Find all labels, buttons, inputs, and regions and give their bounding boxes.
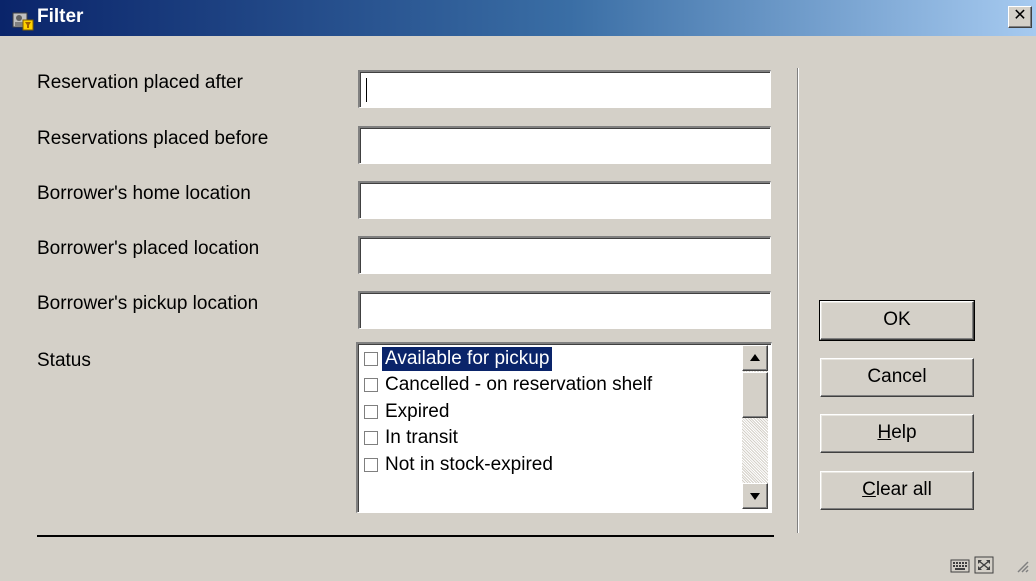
status-option-label: Available for pickup bbox=[382, 347, 553, 371]
label-status: Status bbox=[37, 350, 91, 371]
status-option-label: In transit bbox=[385, 427, 458, 448]
reservation-placed-after-input[interactable] bbox=[358, 70, 771, 108]
clear-all-label: lear all bbox=[875, 479, 932, 500]
label-placed-location: Borrower's placed location bbox=[37, 238, 260, 259]
status-option-cancelled[interactable]: Cancelled - on reservation shelf bbox=[364, 373, 744, 397]
keyboard-icon[interactable] bbox=[950, 556, 970, 574]
checkbox[interactable] bbox=[364, 458, 378, 472]
label-reservation-placed-after: Reservation placed after bbox=[37, 72, 243, 93]
help-button[interactable]: Help bbox=[820, 414, 974, 453]
status-option-expired[interactable]: Expired bbox=[364, 400, 744, 424]
checkbox[interactable] bbox=[364, 352, 378, 366]
scrollbar-thumb[interactable] bbox=[742, 372, 768, 418]
status-option-label: Cancelled - on reservation shelf bbox=[385, 374, 653, 395]
clear-all-accelerator: C bbox=[862, 479, 876, 500]
text-caret bbox=[366, 78, 367, 102]
cancel-button[interactable]: Cancel bbox=[820, 358, 974, 397]
close-button[interactable]: ✕ bbox=[1008, 6, 1032, 28]
close-icon: ✕ bbox=[1013, 7, 1027, 24]
pickup-location-input[interactable] bbox=[358, 291, 771, 329]
horizontal-divider bbox=[37, 535, 774, 537]
reservations-placed-before-input[interactable] bbox=[358, 126, 771, 164]
label-pickup-location: Borrower's pickup location bbox=[37, 293, 259, 314]
ok-button[interactable]: OK bbox=[819, 300, 975, 341]
help-accelerator: H bbox=[877, 422, 892, 443]
window-title: Filter bbox=[37, 6, 84, 27]
resize-icon[interactable] bbox=[974, 556, 994, 574]
label-home-location: Borrower's home location bbox=[37, 183, 251, 204]
scroll-down-icon[interactable] bbox=[742, 483, 768, 509]
vertical-divider bbox=[797, 68, 799, 533]
help-label: elp bbox=[891, 422, 917, 443]
checkbox[interactable] bbox=[364, 405, 378, 419]
filter-dialog: Filter ✕ Reservation placed after Reserv… bbox=[0, 0, 1036, 581]
status-option-available[interactable]: Available for pickup bbox=[364, 347, 744, 371]
status-listbox[interactable]: Available for pickup Cancelled - on rese… bbox=[356, 342, 772, 513]
library-filter-icon bbox=[12, 12, 34, 31]
label-reservations-placed-before: Reservations placed before bbox=[37, 128, 269, 149]
home-location-input[interactable] bbox=[358, 181, 771, 219]
status-scrollbar[interactable] bbox=[742, 345, 768, 509]
placed-location-input[interactable] bbox=[358, 236, 771, 274]
status-option-label: Not in stock-expired bbox=[385, 454, 553, 475]
size-grip-icon[interactable] bbox=[1010, 556, 1030, 574]
status-option-not-in-stock[interactable]: Not in stock-expired bbox=[364, 453, 744, 477]
checkbox[interactable] bbox=[364, 378, 378, 392]
clear-all-button[interactable]: Clear all bbox=[820, 471, 974, 510]
status-option-in-transit[interactable]: In transit bbox=[364, 426, 744, 450]
scroll-up-icon[interactable] bbox=[742, 345, 768, 371]
title-bar[interactable]: Filter ✕ bbox=[0, 0, 1036, 36]
status-option-label: Expired bbox=[385, 401, 450, 422]
checkbox[interactable] bbox=[364, 431, 378, 445]
